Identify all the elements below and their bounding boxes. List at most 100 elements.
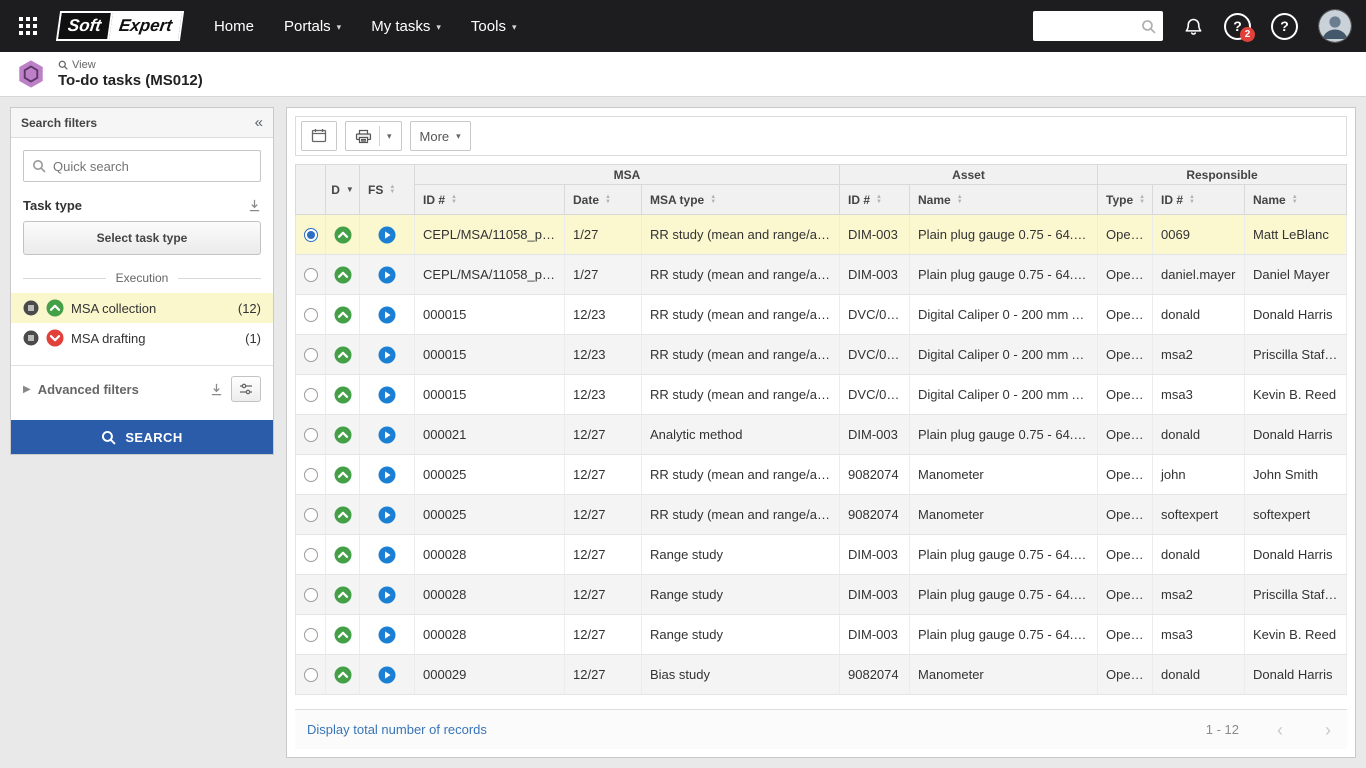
cell-responsible-id: daniel.mayer xyxy=(1153,255,1245,295)
menu-item-tools[interactable]: Tools▾ xyxy=(471,18,517,35)
menu-item-home[interactable]: Home xyxy=(214,18,254,35)
cell-responsible-name: Priscilla Staffsen xyxy=(1245,335,1347,375)
cell-date: 1/27 xyxy=(565,215,642,255)
table-row[interactable]: 00002512/27RR study (mean and range/anov… xyxy=(296,495,1347,535)
select-task-type-button[interactable]: Select task type xyxy=(23,221,261,255)
sort-icon[interactable]: ▲▼ xyxy=(876,195,882,205)
execute-task-icon[interactable] xyxy=(378,426,396,444)
quick-search-box[interactable] xyxy=(23,150,261,182)
task-type-item[interactable]: MSA drafting(1) xyxy=(11,323,273,353)
sort-icon[interactable]: ▲▼ xyxy=(710,195,716,205)
execute-task-icon[interactable] xyxy=(378,226,396,244)
next-page-icon[interactable]: › xyxy=(1321,721,1335,739)
row-select-radio[interactable] xyxy=(304,268,318,282)
advanced-filters-row[interactable]: ▶ Advanced filters xyxy=(11,366,273,412)
row-select-radio[interactable] xyxy=(304,668,318,682)
row-select-radio[interactable] xyxy=(304,428,318,442)
sort-icon[interactable]: ▲▼ xyxy=(1139,195,1145,205)
column-d[interactable]: D▼ xyxy=(326,165,360,215)
sort-icon[interactable]: ▲▼ xyxy=(1292,195,1298,205)
table-row[interactable]: 00001512/23RR study (mean and range/anov… xyxy=(296,375,1347,415)
collapse-panel-icon[interactable]: « xyxy=(255,115,263,130)
column-msa-type[interactable]: MSA type▲▼ xyxy=(642,185,840,215)
cell-msa-type: Range study xyxy=(642,615,840,655)
menu-item-portals[interactable]: Portals▾ xyxy=(284,18,341,35)
execute-task-icon[interactable] xyxy=(378,586,396,604)
global-search-box[interactable] xyxy=(1033,11,1163,41)
table-row[interactable]: 00002112/27Analytic methodDIM-003Plain p… xyxy=(296,415,1347,455)
table-row[interactable]: CEPL/MSA/11058_p_02_21/27RR study (mean … xyxy=(296,215,1347,255)
more-button[interactable]: More ▾ xyxy=(410,121,471,151)
execute-task-icon[interactable] xyxy=(378,266,396,284)
sort-icon[interactable]: ▲▼ xyxy=(605,195,611,205)
search-button[interactable]: SEARCH xyxy=(11,420,273,454)
execute-task-icon[interactable] xyxy=(378,626,396,644)
column-date[interactable]: Date▲▼ xyxy=(565,185,642,215)
row-select-radio[interactable] xyxy=(304,628,318,642)
execute-task-icon[interactable] xyxy=(378,306,396,324)
column-fs[interactable]: FS▲▼ xyxy=(360,165,415,215)
print-button[interactable]: ▾ xyxy=(345,121,402,151)
execute-task-icon[interactable] xyxy=(378,386,396,404)
quick-search-input[interactable] xyxy=(53,159,252,174)
status-up-icon xyxy=(334,546,352,564)
search-icon xyxy=(101,430,116,445)
execute-task-icon[interactable] xyxy=(378,466,396,484)
schedule-button[interactable] xyxy=(301,121,337,151)
column-resp-type[interactable]: Type▲▼ xyxy=(1098,185,1153,215)
display-total-link[interactable]: Display total number of records xyxy=(307,722,487,737)
row-select-radio[interactable] xyxy=(304,348,318,362)
sort-icon[interactable]: ▲▼ xyxy=(957,195,963,205)
table-row[interactable]: 00001512/23RR study (mean and range/anov… xyxy=(296,335,1347,375)
column-asset-name[interactable]: Name▲▼ xyxy=(910,185,1098,215)
sort-icon[interactable]: ▲▼ xyxy=(451,195,457,205)
caret-down-icon: ▾ xyxy=(337,22,342,33)
execute-task-icon[interactable] xyxy=(378,666,396,684)
cell-responsible-type: Operator xyxy=(1098,335,1153,375)
row-select-radio[interactable] xyxy=(304,388,318,402)
sort-icon[interactable]: ▲▼ xyxy=(389,185,395,195)
table-row[interactable]: 00002912/27Bias study9082074ManometerOpe… xyxy=(296,655,1347,695)
user-avatar[interactable] xyxy=(1318,9,1352,43)
row-select-radio[interactable] xyxy=(304,468,318,482)
caret-down-icon[interactable]: ▾ xyxy=(387,131,392,142)
column-msa-id[interactable]: ID #▲▼ xyxy=(415,185,565,215)
row-select-radio[interactable] xyxy=(304,308,318,322)
table-row[interactable]: 00001512/23RR study (mean and range/anov… xyxy=(296,295,1347,335)
global-search-input[interactable] xyxy=(1040,19,1141,34)
row-select-radio[interactable] xyxy=(304,228,318,242)
cell-d xyxy=(326,375,360,415)
support-icon[interactable]: ? 2 xyxy=(1224,13,1251,40)
execute-task-icon[interactable] xyxy=(378,506,396,524)
table-row[interactable]: 00002812/27Range studyDIM-003Plain plug … xyxy=(296,535,1347,575)
table-row[interactable]: 00002812/27Range studyDIM-003Plain plug … xyxy=(296,615,1347,655)
task-type-item[interactable]: MSA collection(12) xyxy=(11,293,273,323)
table-row[interactable]: 00002812/27Range studyDIM-003Plain plug … xyxy=(296,575,1347,615)
execute-task-icon[interactable] xyxy=(378,346,396,364)
reset-filter-icon[interactable] xyxy=(248,199,261,212)
cell-asset-name: Plain plug gauge 0.75 - 64.0 mm xyxy=(910,215,1098,255)
caret-down-icon: ▾ xyxy=(436,22,441,33)
table-row[interactable]: 00002512/27RR study (mean and range/anov… xyxy=(296,455,1347,495)
row-select-radio[interactable] xyxy=(304,588,318,602)
prev-page-icon[interactable]: ‹ xyxy=(1273,721,1287,739)
softexpert-logo[interactable]: Soft Expert xyxy=(56,11,184,41)
row-select-radio[interactable] xyxy=(304,508,318,522)
row-select-radio[interactable] xyxy=(304,548,318,562)
cell-asset-name: Digital Caliper 0 - 200 mm A0853 xyxy=(910,335,1098,375)
table-row[interactable]: CEPL/MSA/11058_p_02_21/27RR study (mean … xyxy=(296,255,1347,295)
column-asset-id[interactable]: ID #▲▼ xyxy=(840,185,910,215)
column-resp-name[interactable]: Name▲▼ xyxy=(1245,185,1347,215)
cell-asset-name: Plain plug gauge 0.75 - 64.0 mm xyxy=(910,575,1098,615)
cell-responsible-name: Kevin B. Reed xyxy=(1245,615,1347,655)
reset-filters-icon[interactable] xyxy=(210,383,223,396)
sort-icon[interactable]: ▲▼ xyxy=(1189,195,1195,205)
apps-grid-icon[interactable] xyxy=(14,12,42,40)
notifications-bell-icon[interactable] xyxy=(1183,16,1204,37)
execute-task-icon[interactable] xyxy=(378,546,396,564)
cell-responsible-id: donald xyxy=(1153,655,1245,695)
help-icon[interactable]: ? xyxy=(1271,13,1298,40)
configure-filters-button[interactable] xyxy=(231,376,261,402)
column-resp-id[interactable]: ID #▲▼ xyxy=(1153,185,1245,215)
menu-item-my-tasks[interactable]: My tasks▾ xyxy=(371,18,441,35)
